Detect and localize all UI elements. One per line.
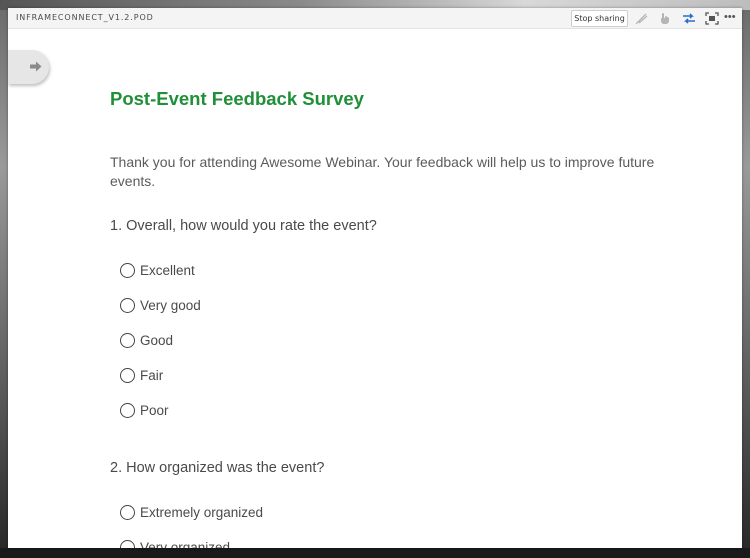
radio-button[interactable] bbox=[120, 297, 135, 313]
option-excellent[interactable]: Excellent bbox=[120, 260, 195, 280]
option-label[interactable]: Fair bbox=[140, 368, 163, 383]
option-extremely-organized[interactable]: Extremely organized bbox=[120, 502, 263, 522]
option-fair[interactable]: Fair bbox=[120, 365, 163, 385]
radio-button[interactable] bbox=[120, 262, 135, 278]
survey-intro: Thank you for attending Awesome Webinar.… bbox=[110, 154, 655, 189]
option-label[interactable]: Extremely organized bbox=[140, 505, 263, 520]
question-1: 1. Overall, how would you rate the event… bbox=[110, 218, 377, 234]
option-label[interactable]: Very organized bbox=[140, 540, 230, 549]
radio-button[interactable] bbox=[120, 402, 135, 418]
arrow-right-icon bbox=[30, 61, 42, 72]
option-label[interactable]: Excellent bbox=[140, 263, 195, 278]
option-good[interactable]: Good bbox=[120, 330, 173, 350]
pod-title: INFRAMECONNECT_V1.2.POD bbox=[16, 13, 154, 22]
option-very-organized[interactable]: Very organized bbox=[120, 537, 230, 548]
option-poor[interactable]: Poor bbox=[120, 400, 169, 420]
more-icon[interactable]: ••• bbox=[724, 11, 736, 24]
option-label[interactable]: Poor bbox=[140, 403, 169, 418]
draw-icon[interactable] bbox=[635, 12, 649, 25]
radio-button[interactable] bbox=[120, 539, 135, 548]
sync-icon[interactable] bbox=[682, 12, 696, 25]
radio-button[interactable] bbox=[120, 332, 135, 348]
radio-button[interactable] bbox=[120, 504, 135, 520]
collapse-panel-tab[interactable] bbox=[8, 50, 49, 84]
share-pod: INFRAMECONNECT_V1.2.POD Stop sharing •••… bbox=[8, 8, 742, 548]
option-label[interactable]: Good bbox=[140, 333, 173, 348]
option-very-good[interactable]: Very good bbox=[120, 295, 201, 315]
stop-sharing-button[interactable]: Stop sharing bbox=[571, 10, 628, 27]
fullscreen-icon[interactable] bbox=[705, 12, 719, 25]
pointer-hand-icon[interactable] bbox=[658, 12, 672, 25]
option-label[interactable]: Very good bbox=[140, 298, 201, 313]
pod-title-bar: INFRAMECONNECT_V1.2.POD Stop sharing ••• bbox=[8, 8, 742, 29]
question-2: 2. How organized was the event? bbox=[110, 460, 325, 476]
survey-title: Post-Event Feedback Survey bbox=[110, 88, 364, 109]
radio-button[interactable] bbox=[120, 367, 135, 383]
desktop-background-bottom bbox=[0, 548, 750, 558]
